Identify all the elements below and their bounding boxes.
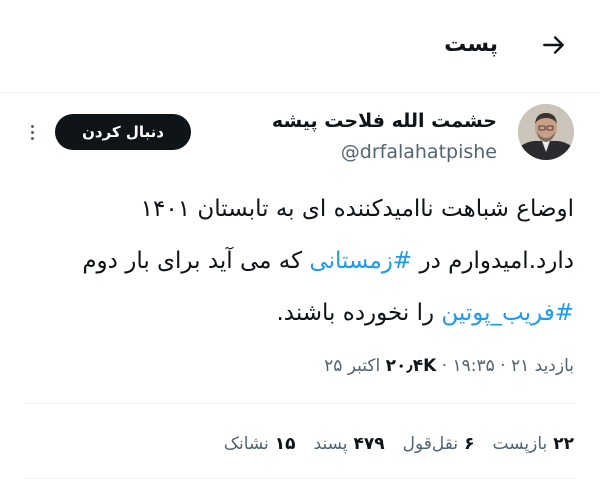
avatar[interactable] (518, 104, 574, 160)
more-options-button[interactable] (22, 118, 42, 146)
engagement-stats: ۲۲بازپست ۶نقل‌قول ۴۷۹پسند ۱۵نشانک (224, 434, 574, 454)
stat-quotes[interactable]: ۶نقل‌قول (403, 434, 475, 454)
tweet-meta: بازدید ۲۰٫۴K · ۱۹:۳۵ · ۲۱ اکتبر ۲۵ (324, 356, 574, 376)
more-icon (30, 124, 34, 128)
stat-reposts[interactable]: ۲۲بازپست (493, 434, 574, 454)
author-name[interactable]: حشمت الله فلاحت پیشه (272, 110, 497, 132)
post-page: پست حشمت الله فلاحت پیشه @drfalahatpishe… (0, 0, 600, 486)
tweet-line: #فریب_پوتین را نخورده باشند. (276, 300, 574, 326)
stat-likes[interactable]: ۴۷۹پسند (314, 434, 385, 454)
tweet-text: اوضاع شباهت ناامیدکننده ای به تابستان ۱۴… (14, 183, 574, 339)
top-bar: پست (0, 0, 600, 93)
divider (24, 403, 576, 404)
views-count: ۲۰٫۴K (385, 356, 437, 376)
hashtag-link[interactable]: #زمستانی (309, 248, 412, 274)
divider (24, 478, 576, 479)
views-label: بازدید (534, 356, 574, 376)
back-button[interactable] (537, 28, 571, 62)
tweet-line: دارد.امیدوارم در #زمستانی که می آید برای… (82, 248, 574, 274)
stat-bookmarks[interactable]: ۱۵نشانک (224, 434, 296, 454)
tweet-line: اوضاع شباهت ناامیدکننده ای به تابستان ۱۴… (140, 196, 574, 222)
author-handle[interactable]: @drfalahatpishe (341, 141, 497, 163)
follow-button[interactable]: دنبال کردن (55, 114, 191, 150)
avatar-image (518, 104, 574, 160)
page-title: پست (444, 32, 498, 57)
arrow-right-icon (543, 36, 564, 54)
hashtag-link[interactable]: #فریب_پوتین (441, 300, 574, 326)
